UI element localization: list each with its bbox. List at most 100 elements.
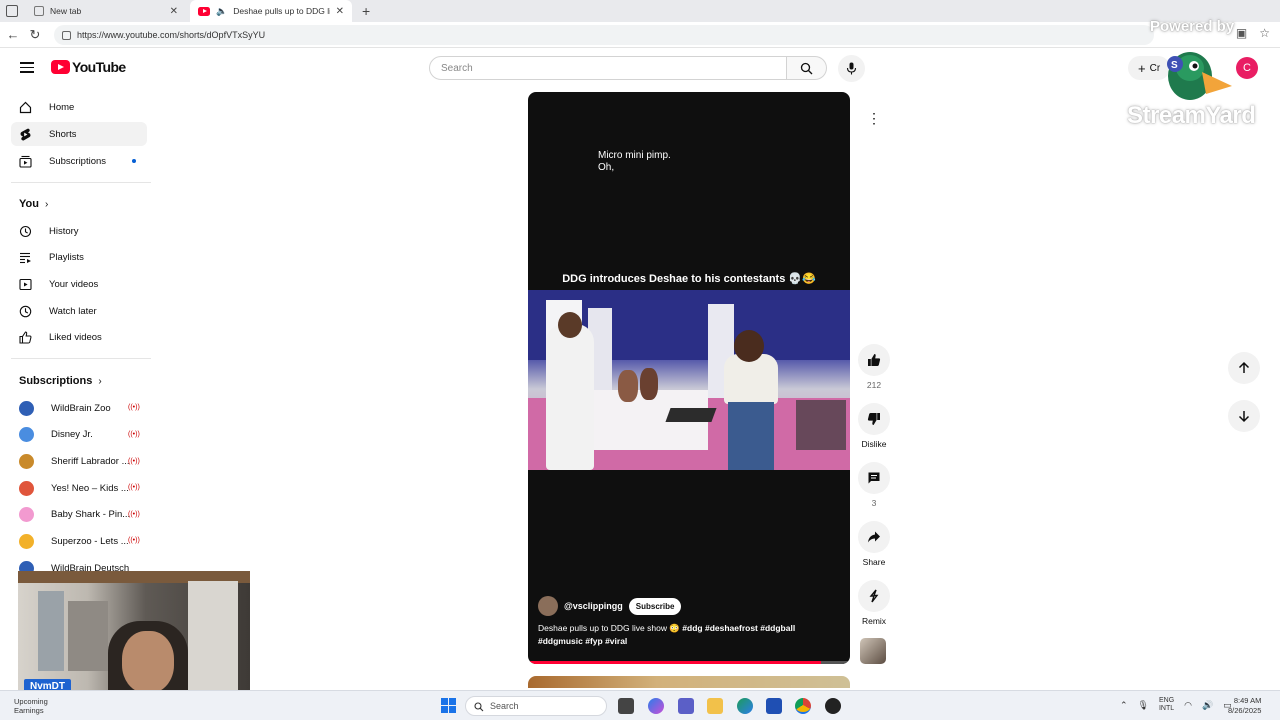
youtube-header: YouTube Search + Cr C [0, 48, 1280, 88]
sidebar-item-playlists[interactable]: Playlists [11, 245, 147, 269]
youtube-logo[interactable]: YouTube [51, 59, 126, 75]
channel-avatar [19, 506, 34, 522]
edge-icon[interactable] [737, 698, 753, 714]
sidebar-subscription-item[interactable]: Baby Shark - Pin... [11, 502, 147, 526]
search-input[interactable]: Search [429, 56, 787, 80]
app-icon[interactable] [825, 698, 841, 714]
original-sound-thumbnail[interactable] [860, 638, 886, 664]
sidebar-item-your-videos[interactable]: Your videos [11, 272, 147, 296]
chevron-right-icon: › [44, 198, 49, 210]
shorts-player[interactable]: Micro mini pimp. Oh, DDG introduces Desh… [528, 92, 850, 664]
comments-button[interactable] [858, 462, 890, 494]
description-hashtags[interactable]: #ddg #deshaefrost #ddgball [682, 623, 795, 633]
next-short-button[interactable] [1228, 400, 1260, 432]
clock-date: 8/26/2025 [1228, 706, 1262, 715]
sidebar-item-watch-later[interactable]: Watch later [11, 299, 147, 323]
subscriptions-section-heading[interactable]: Subscriptions › [19, 375, 102, 387]
channel-avatar [19, 426, 34, 442]
home-icon [19, 101, 32, 114]
close-icon[interactable]: ✕ [336, 6, 344, 17]
next-short-preview[interactable] [528, 676, 850, 688]
windows-start-icon[interactable] [441, 698, 456, 713]
volume-icon[interactable]: 🔊 [1202, 700, 1213, 711]
taskbar: Upcoming Earnings Search ⌃ 🎙 ENG INTL ◠ … [0, 690, 1280, 720]
video-caption: Micro mini pimp. Oh, [598, 150, 671, 174]
sidebar-item-shorts[interactable]: Shorts [11, 122, 147, 146]
search-placeholder: Search [441, 62, 473, 74]
tab-youtube-short[interactable]: 🔈 Deshae pulls up to DDG live ✕ [190, 0, 352, 22]
address-bar[interactable]: https://www.youtube.com/shorts/dOpfVTxSy… [54, 25, 1154, 45]
you-section-heading[interactable]: You › [19, 198, 48, 210]
sidebar-item-label: Watch later [49, 305, 97, 317]
speaker-icon[interactable]: 🔈 [216, 6, 227, 17]
search-icon [474, 702, 484, 712]
tab-new-tab[interactable]: New tab ✕ [26, 0, 186, 22]
channel-name[interactable]: @vsclippingg [564, 601, 623, 611]
shorts-icon [19, 128, 32, 141]
taskbar-search[interactable]: Search [465, 696, 607, 716]
tab-title: New tab [50, 6, 82, 16]
subscribe-button[interactable]: Subscribe [628, 597, 682, 615]
taskbar-search-placeholder: Search [490, 701, 519, 711]
sidebar-item-home[interactable]: Home [11, 95, 147, 119]
microphone-icon[interactable]: 🎙 [1138, 700, 1149, 711]
dislike-button[interactable] [858, 403, 890, 435]
sidebar-subscription-item[interactable]: Yes! Neo – Kids ... [11, 476, 147, 500]
more-options-icon[interactable]: ⋮ [858, 102, 890, 134]
teams-icon[interactable] [678, 698, 694, 714]
sidebar-item-history[interactable]: History [11, 219, 147, 243]
search-button[interactable] [787, 56, 827, 80]
sidebar-item-label: History [49, 225, 79, 237]
chrome-icon[interactable] [795, 698, 811, 714]
share-button[interactable] [858, 521, 890, 553]
sidebar-item-label: Shorts [49, 128, 77, 140]
thumbs-down-icon [867, 413, 880, 425]
file-explorer-icon[interactable] [707, 698, 723, 714]
taskbar-widget[interactable]: Upcoming Earnings [14, 697, 48, 715]
tab-title: Deshae pulls up to DDG live [233, 6, 330, 16]
back-arrow-icon[interactable]: ← [2, 27, 24, 42]
previous-short-button[interactable] [1228, 352, 1260, 384]
reload-icon[interactable]: ↻ [24, 27, 46, 43]
language-indicator[interactable]: ENG INTL [1159, 697, 1174, 713]
widget-line: Upcoming [14, 697, 48, 706]
widget-line: Earnings [14, 706, 44, 715]
browser-toolbar: ← ↻ https://www.youtube.com/shorts/dOpfV… [0, 22, 1280, 48]
remix-button[interactable] [858, 580, 890, 612]
sidebar-item-subscriptions[interactable]: Subscriptions [11, 149, 147, 173]
voice-search-button[interactable] [838, 55, 865, 82]
sidebar-subscription-item[interactable]: WildBrain Zoo [11, 396, 147, 420]
browser-tabstrip: New tab ✕ 🔈 Deshae pulls up to DDG live … [0, 0, 1280, 22]
sidebar-subscription-item[interactable]: Superzoo - Lets ... [11, 529, 147, 553]
live-icon: ((•)) [128, 458, 140, 465]
watermark-brand-text: StreamYard [1127, 102, 1256, 129]
video-progress-bar[interactable] [528, 661, 850, 664]
like-button[interactable] [858, 344, 890, 376]
microphone-icon [846, 62, 857, 75]
site-info-icon[interactable] [62, 30, 71, 40]
copilot-icon[interactable] [648, 698, 664, 714]
new-tab-plus-icon[interactable]: + [362, 3, 370, 19]
webcam-overlay: NvmDT [18, 571, 250, 701]
video-description[interactable]: Deshae pulls up to DDG live show 😳 #ddg … [538, 622, 838, 648]
description-hashtags[interactable]: #ddgmusic #fyp #viral [538, 636, 627, 646]
sidebar-subscription-item[interactable]: Disney Jr. [11, 422, 147, 446]
share-label: Share [862, 557, 886, 567]
tab-actions-icon[interactable] [6, 5, 18, 17]
sidebar-subscription-item[interactable]: Sheriff Labrador ... [11, 449, 147, 473]
divider [11, 358, 151, 359]
store-icon[interactable] [766, 698, 782, 714]
channel-avatar[interactable] [538, 596, 558, 616]
sidebar-item-label: Superzoo - Lets ... [51, 535, 129, 547]
chevron-up-icon[interactable]: ⌃ [1120, 700, 1128, 711]
shorts-actions: ⋮ 212 Dislike 3 Share Remix [855, 92, 893, 672]
sidebar-item-liked-videos[interactable]: Liked videos [11, 325, 147, 349]
taskbar-clock[interactable]: 8:49 AM 8/26/2025 [1228, 696, 1261, 716]
subscriptions-heading-label: Subscriptions [19, 375, 93, 387]
wifi-icon[interactable]: ◠ [1184, 700, 1192, 711]
menu-icon[interactable] [20, 62, 34, 73]
divider [11, 182, 151, 183]
sidebar-item-label: Liked videos [49, 331, 102, 343]
task-view-icon[interactable] [618, 698, 634, 714]
close-icon[interactable]: ✕ [170, 6, 178, 17]
